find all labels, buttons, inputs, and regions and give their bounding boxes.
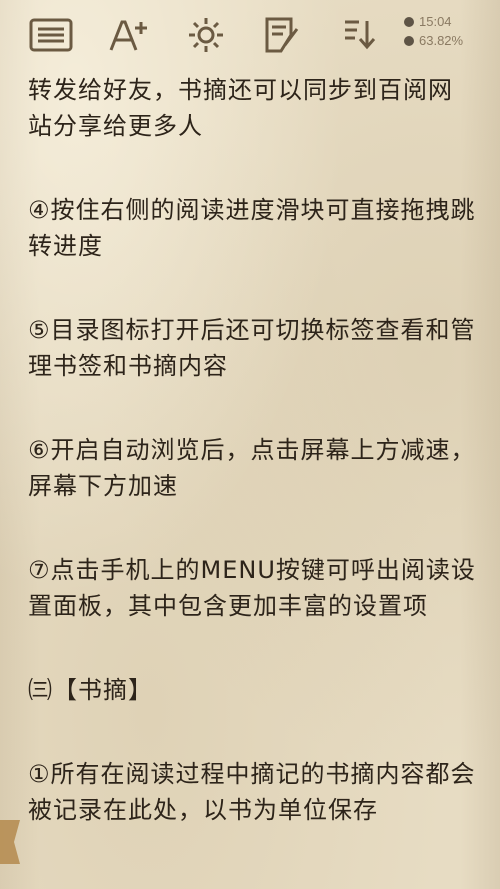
font-size-icon[interactable] [106,12,152,58]
paragraph: 转发给好友，书摘还可以同步到百阅网站分享给更多人 [28,76,453,140]
reader-toolbar: 15:04 63.82% [0,0,500,70]
battery-icon [404,35,414,46]
status-info: 15:04 63.82% [404,12,496,52]
paragraph: ⑤目录图标打开后还可切换标签查看和管理书签和书摘内容 [28,316,476,380]
brightness-icon[interactable] [183,12,229,58]
toc-icon[interactable] [28,12,74,58]
reading-content[interactable]: 转发给好友，书摘还可以同步到百阅网站分享给更多人 ④按住右侧的阅读进度滑块可直接… [28,72,476,876]
clock-icon [404,16,414,27]
download-icon[interactable] [336,12,382,58]
paragraph: ④按住右侧的阅读进度滑块可直接拖拽跳转进度 [28,196,476,260]
time-text: 15:04 [419,13,452,29]
section-heading: ㈢【书摘】 [28,676,153,704]
bookmark-tab[interactable] [0,820,20,864]
notes-icon[interactable] [258,12,304,58]
paragraph: ①所有在阅读过程中摘记的书摘内容都会被记录在此处，以书为单位保存 [28,760,476,824]
paragraph: ⑥开启自动浏览后，点击屏幕上方减速，屏幕下方加速 [28,436,476,500]
battery-text: 63.82% [419,32,464,48]
paragraph: ⑦点击手机上的MENU按键可呼出阅读设置面板，其中包含更加丰富的设置项 [28,556,476,620]
